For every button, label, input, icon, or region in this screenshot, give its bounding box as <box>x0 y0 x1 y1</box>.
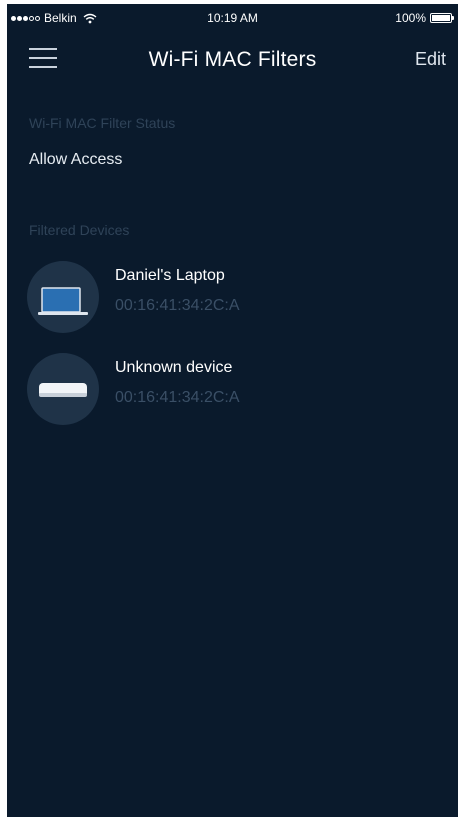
laptop-icon <box>38 287 88 315</box>
status-right: 100% <box>395 11 454 25</box>
device-avatar <box>27 353 99 425</box>
app-screen: Belkin 10:19 AM 100% Wi-Fi MAC Filters E… <box>7 4 458 817</box>
device-row[interactable]: Daniel's Laptop 00:16:41:34:2C:A <box>7 253 458 345</box>
edit-button[interactable]: Edit <box>415 49 446 70</box>
battery-icon <box>430 13 454 23</box>
generic-device-icon <box>39 383 87 397</box>
status-time: 10:19 AM <box>207 11 258 25</box>
filter-status-label: Wi-Fi MAC Filter Status <box>29 115 176 131</box>
device-name: Daniel's Laptop <box>115 267 225 284</box>
device-name: Unknown device <box>115 359 233 376</box>
nav-bar: Wi-Fi MAC Filters Edit <box>7 32 458 88</box>
page-title: Wi-Fi MAC Filters <box>148 48 317 71</box>
device-mac-address: 00:16:41:34:2C:A <box>115 389 240 406</box>
battery-percent: 100% <box>395 11 426 25</box>
filtered-devices-label: Filtered Devices <box>29 222 130 238</box>
device-row[interactable]: Unknown device 00:16:41:34:2C:A <box>7 345 458 437</box>
status-bar: Belkin 10:19 AM 100% <box>7 4 458 32</box>
device-avatar <box>27 261 99 333</box>
filter-status-value[interactable]: Allow Access <box>29 151 122 169</box>
battery-fill <box>432 15 450 21</box>
device-mac-address: 00:16:41:34:2C:A <box>115 297 240 314</box>
